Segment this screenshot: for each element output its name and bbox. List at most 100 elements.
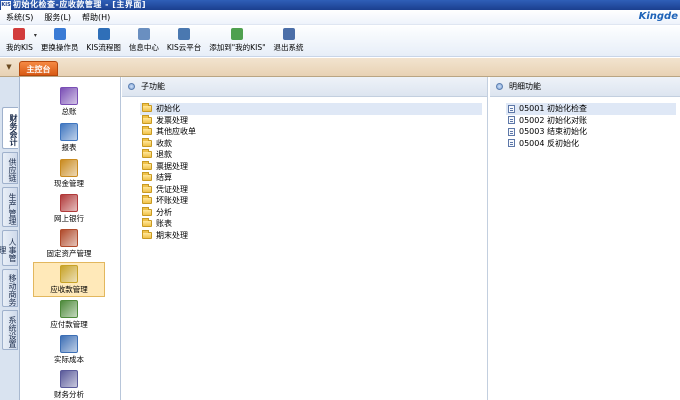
kis-app-icon: KIS: [1, 0, 11, 10]
toolbar-button-add-favorite[interactable]: 添加到"我的KIS": [205, 26, 269, 53]
module-ledger-books[interactable]: 总账: [33, 87, 105, 117]
side-tab-1[interactable]: 财务会计: [2, 107, 18, 149]
sub-function-item[interactable]: 凭证处理: [140, 183, 480, 196]
module-fixed-asset-truck[interactable]: 固定资产管理: [33, 229, 105, 259]
sub-function-item[interactable]: 分析: [140, 206, 480, 219]
sub-function-label: 其他应收单: [156, 127, 196, 137]
sub-function-item[interactable]: 其他应收单: [140, 126, 480, 138]
detail-function-item[interactable]: 05003 结束初始化: [506, 126, 676, 138]
module-online-bank[interactable]: 网上银行: [33, 194, 105, 224]
side-tab-6[interactable]: 系统设置: [2, 310, 18, 350]
collapse-arrow-icon[interactable]: ▼: [4, 62, 14, 72]
detail-function-label: 反初始化: [547, 138, 579, 148]
module-cash[interactable]: 现金管理: [33, 159, 105, 189]
sub-function-item[interactable]: 票据处理: [140, 160, 480, 173]
sub-function-label: 票据处理: [156, 161, 188, 171]
folder-icon: [142, 137, 152, 147]
detail-function-code: 05003: [519, 127, 545, 137]
module-payable[interactable]: 应付款管理: [33, 300, 105, 330]
fixed-asset-truck-icon: [60, 229, 78, 247]
folder-icon: [142, 206, 152, 216]
folder-icon: [142, 160, 152, 170]
toolbar-button-cloud[interactable]: KIS云平台: [163, 26, 205, 53]
cloud-icon: [178, 28, 191, 40]
sub-function-item[interactable]: 账表: [140, 218, 480, 230]
toolbar: 我的KIS ▾ 更换操作员 KIS流程图 信息中心 KIS云平台 添加到"我的KIS" 退出系…: [0, 26, 680, 57]
menu-service[interactable]: 服务(L): [39, 12, 76, 23]
receivable-moneybag-icon: [60, 265, 78, 283]
window-title: 初始化检查-应收款管理 - [主界面]: [13, 0, 147, 9]
workspace-tab-strip: ▼ 主控台: [0, 58, 680, 77]
sub-function-item[interactable]: 初始化: [140, 103, 482, 115]
detail-function-item[interactable]: 05004 反初始化: [506, 138, 676, 150]
module-report[interactable]: 报表: [33, 123, 105, 153]
sub-function-label: 坏账处理: [156, 196, 188, 206]
document-icon: [508, 104, 515, 113]
toolbar-button-exit[interactable]: 退出系统: [270, 26, 308, 53]
toolbar-button-label: 信息中心: [128, 43, 159, 52]
panel-bullet-icon: [496, 83, 503, 90]
sub-function-item[interactable]: 结算: [140, 172, 480, 184]
sub-function-item[interactable]: 期末处理: [140, 229, 480, 242]
toolbar-button-star[interactable]: 我的KIS: [2, 26, 37, 53]
ledger-books-icon: [60, 87, 78, 105]
sub-function-header: 子功能: [122, 77, 487, 97]
sub-function-label: 账表: [156, 219, 172, 229]
toolbar-button-label: KIS流程图: [86, 43, 121, 52]
online-bank-icon: [60, 194, 78, 212]
sub-function-label: 结算: [156, 173, 172, 183]
document-icon: [508, 127, 515, 136]
title-bar: KIS 初始化检查-应收款管理 - [主界面]: [0, 0, 680, 10]
user-swap-icon: [53, 28, 66, 40]
sub-function-item[interactable]: 退款: [140, 149, 480, 161]
star-icon: [13, 28, 26, 40]
side-category-tabs: 财务会计供应链生产管理人事管理移动商务系统设置: [0, 77, 20, 400]
side-tab-2[interactable]: 供应链: [2, 152, 18, 184]
message-icon: [137, 28, 150, 40]
toolbar-button-label: 添加到"我的KIS": [209, 43, 266, 52]
side-tab-3[interactable]: 生产管理: [2, 187, 18, 227]
folder-icon: [142, 149, 152, 159]
toolbar-button-message[interactable]: 信息中心: [125, 26, 163, 53]
sub-function-label: 收款: [156, 138, 172, 148]
sub-function-item[interactable]: 坏账处理: [140, 195, 480, 207]
tab-main-console[interactable]: 主控台: [19, 61, 58, 76]
detail-function-item[interactable]: 05001 初始化检查: [506, 103, 676, 115]
sub-function-label: 发票处理: [156, 115, 188, 125]
sub-function-item[interactable]: 发票处理: [140, 114, 480, 127]
toolbar-button-label: 退出系统: [273, 43, 304, 52]
detail-function-label: 初始化对账: [547, 115, 587, 125]
folder-icon: [142, 229, 152, 239]
detail-function-code: 05002: [519, 115, 545, 125]
detail-function-header: 明细功能: [490, 77, 680, 97]
brand-logo: Kingde: [638, 11, 678, 22]
sub-function-list: 初始化 发票处理其他应收单 收款 退款 票据处理结算 凭证处理 坏账处理 分析 账表 期末处理: [140, 103, 482, 242]
sub-function-label: 初始化: [156, 104, 180, 114]
toolbar-button-label: 我的KIS: [6, 43, 33, 52]
menu-system[interactable]: 系统(S): [1, 12, 38, 23]
module-label: 实际成本: [54, 355, 84, 364]
menu-help[interactable]: 帮助(H): [77, 12, 115, 23]
app-window: KIS 初始化检查-应收款管理 - [主界面] 系统(S) 服务(L) 帮助(H…: [0, 0, 680, 400]
detail-function-code: 05004: [519, 138, 545, 148]
side-tab-4[interactable]: 人事管理: [0, 230, 18, 266]
actual-cost-icon: [60, 335, 78, 353]
module-financial-analysis[interactable]: 财务分析: [33, 370, 105, 400]
toolbar-button-flowchart[interactable]: KIS流程图: [82, 26, 124, 53]
sub-function-title: 子功能: [141, 82, 165, 91]
side-tab-5[interactable]: 移动商务: [2, 269, 18, 307]
detail-function-code: 05001: [519, 104, 545, 114]
module-label: 应付款管理: [50, 320, 88, 329]
module-label: 固定资产管理: [46, 249, 92, 258]
sub-function-panel: 子功能 初始化 发票处理其他应收单 收款 退款 票据处理结算 凭证处理 坏账处理 分析 账表 期末…: [122, 77, 488, 400]
add-favorite-icon: [231, 28, 244, 40]
flowchart-icon: [97, 28, 110, 40]
folder-icon: [142, 126, 152, 136]
module-actual-cost[interactable]: 实际成本: [33, 335, 105, 365]
toolbar-button-user-swap[interactable]: 更换操作员: [37, 26, 83, 53]
module-receivable-moneybag[interactable]: 应收款管理: [33, 262, 105, 297]
folder-icon: [142, 183, 152, 193]
folder-icon: [142, 103, 152, 113]
detail-function-item[interactable]: 05002 初始化对账: [506, 115, 676, 127]
sub-function-item[interactable]: 收款: [140, 137, 480, 150]
